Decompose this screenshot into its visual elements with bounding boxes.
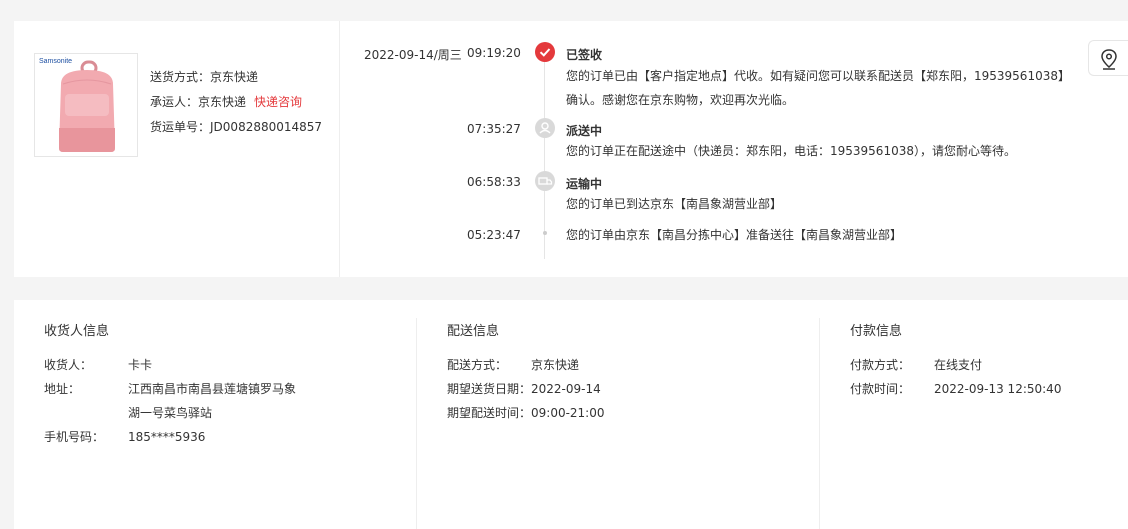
event-status: 派送中 (566, 124, 603, 138)
carrier-row: 承运人：京东快递 快递咨询 (150, 90, 322, 115)
event-description: 您的订单由京东【南昌分拣中心】准备送往【南昌象湖营业部】 (566, 228, 903, 242)
phone-number: 185****5936 (128, 430, 206, 444)
event-description: 您的订单已到达京东【南昌象湖营业部】 (566, 197, 783, 211)
map-button[interactable] (1088, 40, 1128, 76)
payment-title: 付款信息 (850, 324, 903, 339)
column-divider (819, 318, 820, 529)
payment-time: 2022-09-13 12:50:40 (934, 382, 1062, 396)
delivery-info: 配送信息 配送方式： 京东快递 期望送货日期： 2022-09-14 期望配送时间：… (447, 320, 605, 425)
tracking-row: 货运单号：JD0082880014857 (150, 115, 322, 140)
address-line-1: 江西南昌市南昌县莲塘镇罗马象 (128, 382, 297, 396)
receiver-name: 卡卡 (128, 358, 153, 372)
truck-icon (535, 171, 555, 191)
shipping-method-label: 送货方式： (150, 70, 211, 84)
map-pin-icon (1101, 49, 1117, 70)
tracking-number: JD0082880014857 (210, 120, 323, 134)
backpack-image (59, 60, 115, 152)
payment-time-label: 付款时间： (850, 382, 911, 396)
column-divider (416, 318, 417, 529)
phone-label: 手机号码： (44, 430, 105, 444)
timeline-date: 2022-09-14/周三 (364, 48, 462, 62)
expected-date-label: 期望送货日期： (447, 382, 532, 396)
courier-icon (535, 118, 555, 138)
check-icon (535, 42, 555, 62)
payment-method-label: 付款方式： (850, 358, 911, 372)
event-description: 您的订单已由【客户指定地点】代收。如有疑问您可以联系配送员【郑东阳，195395… (566, 69, 1070, 107)
product-thumbnail[interactable]: Samsonite (34, 53, 138, 157)
expected-time-label: 期望配送时间： (447, 406, 532, 420)
delivery-title: 配送信息 (447, 324, 500, 339)
expected-date: 2022-09-14 (531, 382, 601, 396)
tracking-label: 货运单号： (150, 120, 211, 134)
delivery-method: 京东快递 (531, 358, 580, 372)
tracking-timeline: 2022-09-14/周三 09:19:20 已签收 您的订单已由【客户指定地点… (340, 21, 1100, 277)
expected-time: 09:00-21:00 (531, 406, 605, 420)
address-line-2: 湖一号菜鸟驿站 (128, 406, 213, 420)
product-brand-logo: Samsonite (39, 58, 73, 65)
carrier-label: 承运人： (150, 95, 199, 109)
shipping-info: 送货方式：京东快递 承运人：京东快递 快递咨询 货运单号：JD0082880014… (150, 65, 322, 140)
event-time: 06:58:33 (467, 175, 521, 189)
event-status: 已签收 (566, 48, 603, 62)
delivery-method-label: 配送方式： (447, 358, 508, 372)
event-time: 07:35:27 (467, 122, 521, 136)
timeline-dot (543, 231, 547, 235)
event-time: 05:23:47 (467, 228, 521, 242)
receiver-title: 收货人信息 (44, 324, 110, 339)
carrier-value: 京东快递 (198, 95, 247, 109)
event-time: 09:19:20 (467, 46, 521, 60)
receiver-info: 收货人信息 收货人： 卡卡 地址： 江西南昌市南昌县莲塘镇罗马象 湖一号菜鸟驿站 手… (44, 320, 296, 449)
event-description: 您的订单正在配送途中（快递员：郑东阳，电话：19539561038），请您耐心等… (566, 144, 1016, 158)
shipping-method-value: 京东快递 (210, 70, 259, 84)
payment-info: 付款信息 付款方式： 在线支付 付款时间： 2022-09-13 12:50:40 (850, 320, 1061, 401)
event-status: 运输中 (566, 177, 603, 191)
address-label: 地址： (44, 382, 81, 396)
shipping-method-row: 送货方式：京东快递 (150, 65, 322, 90)
payment-method: 在线支付 (934, 358, 983, 372)
receiver-name-label: 收货人： (44, 358, 93, 372)
timeline-line (544, 53, 545, 259)
courier-inquiry-link[interactable]: 快递咨询 (254, 95, 302, 109)
